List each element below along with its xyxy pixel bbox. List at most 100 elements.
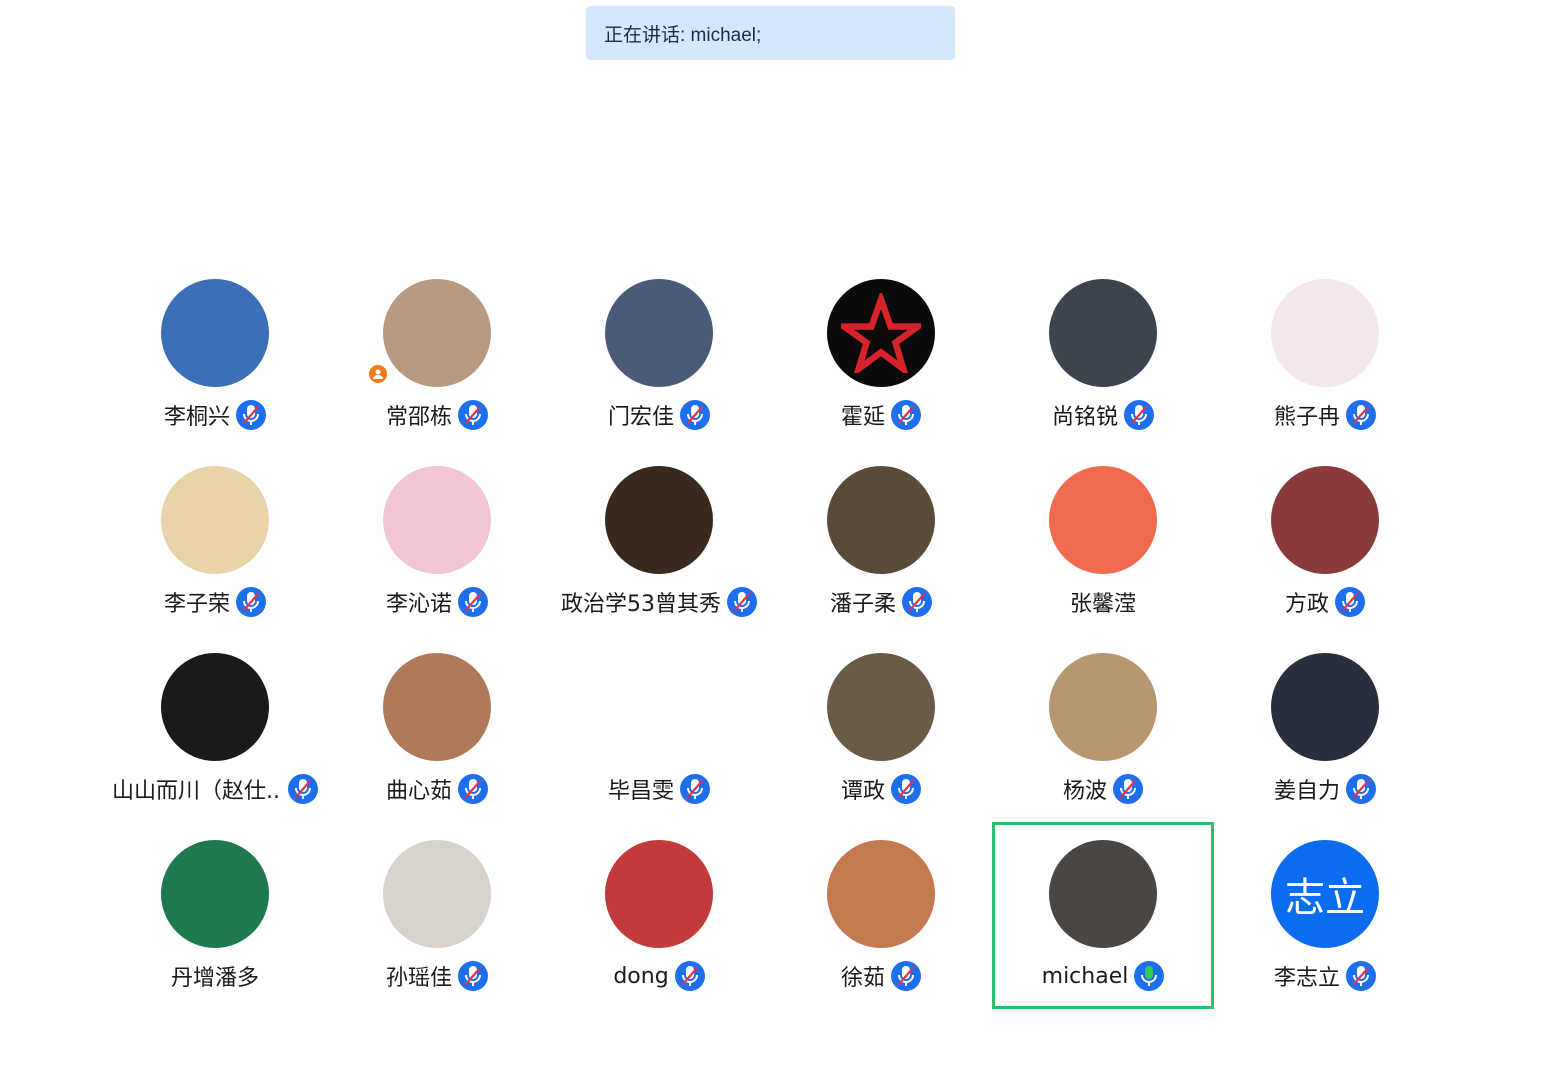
speaking-banner: 正在讲话: michael; [586, 6, 955, 60]
participant-name: 李沁诺 [385, 592, 452, 617]
avatar[interactable] [827, 840, 935, 948]
speaking-banner-text: 正在讲话: michael; [604, 24, 762, 46]
participant-name: 方政 [1284, 592, 1329, 617]
participant-name: 门宏佳 [607, 405, 674, 430]
participant-name: 孙瑶佳 [385, 966, 452, 991]
avatar[interactable] [605, 466, 713, 574]
avatar[interactable] [605, 840, 713, 948]
participant-name-row: 尚铭锐 [1052, 399, 1154, 431]
participant-name: 徐茹 [840, 966, 885, 991]
participant-name: dong [613, 963, 669, 989]
mic-muted-icon [680, 774, 710, 804]
participant-tile[interactable]: dong [548, 831, 770, 1018]
participant-name-row: 霍延 [841, 399, 921, 431]
participant-name: 政治学53曾其秀 [561, 592, 721, 617]
participant-name-row: 政治学53曾其秀 [561, 586, 757, 618]
avatar[interactable] [827, 653, 935, 761]
mic-muted-icon [458, 774, 488, 804]
participant-name-row: 李桐兴 [164, 399, 266, 431]
avatar[interactable]: 志立 [1271, 840, 1379, 948]
host-badge-icon [367, 363, 389, 385]
participant-tile[interactable]: 丹增潘多 [104, 831, 326, 1018]
star-icon [841, 293, 921, 373]
participant-name-row: 潘子柔 [830, 586, 932, 618]
avatar[interactable] [1049, 840, 1157, 948]
avatar[interactable] [383, 840, 491, 948]
participant-tile[interactable]: 山山而川（赵仕... [104, 644, 326, 831]
mic-on-icon [1134, 961, 1165, 991]
participant-name-row: 徐茹 [841, 960, 921, 992]
mic-muted-icon [1124, 400, 1154, 430]
avatar[interactable] [605, 653, 713, 761]
avatar[interactable] [383, 653, 491, 761]
participant-tile[interactable]: 张馨滢 [992, 457, 1214, 644]
avatar[interactable] [383, 279, 491, 387]
avatar[interactable] [161, 653, 269, 761]
participant-name: 姜自力 [1273, 779, 1340, 804]
participant-name-row: 孙瑶佳 [386, 960, 488, 992]
mic-muted-icon [727, 587, 757, 617]
avatar[interactable] [1271, 653, 1379, 761]
mic-muted-icon [891, 400, 921, 430]
avatar[interactable] [1049, 653, 1157, 761]
participant-tile[interactable]: 徐茹 [770, 831, 992, 1018]
avatar[interactable] [1271, 279, 1379, 387]
participant-tile[interactable]: 门宏佳 [548, 270, 770, 457]
participant-tile[interactable]: 李沁诺 [326, 457, 548, 644]
participant-name: 熊子冉 [1273, 405, 1340, 430]
avatar[interactable] [827, 279, 935, 387]
participant-name: 潘子柔 [829, 592, 896, 617]
avatar[interactable] [161, 279, 269, 387]
avatar[interactable] [161, 840, 269, 948]
participant-tile[interactable]: 曲心茹 [326, 644, 548, 831]
participant-tile[interactable]: 政治学53曾其秀 [548, 457, 770, 644]
participant-tile[interactable]: 姜自力 [1214, 644, 1436, 831]
participant-tile[interactable]: 常邵栋 [326, 270, 548, 457]
participant-name: 常邵栋 [385, 405, 452, 430]
mic-muted-icon [1113, 774, 1143, 804]
participant-name: 曲心茹 [385, 779, 452, 804]
participant-tile[interactable]: 谭政 [770, 644, 992, 831]
participant-name: 李桐兴 [163, 405, 230, 430]
participant-tile[interactable]: 熊子冉 [1214, 270, 1436, 457]
avatar[interactable] [827, 466, 935, 574]
participant-name: 李子荣 [163, 592, 230, 617]
avatar[interactable] [1271, 466, 1379, 574]
avatar[interactable] [1049, 466, 1157, 574]
mic-muted-icon [236, 400, 266, 430]
participant-name-row: 熊子冉 [1274, 399, 1376, 431]
participant-tile[interactable]: 潘子柔 [770, 457, 992, 644]
mic-muted-icon [458, 961, 488, 991]
participant-tile[interactable]: 霍延 [770, 270, 992, 457]
participant-tile[interactable]: 毕昌雯 [548, 644, 770, 831]
avatar[interactable] [383, 466, 491, 574]
participant-name: 尚铭锐 [1051, 405, 1118, 430]
participant-name-row: 山山而川（赵仕... [112, 773, 318, 805]
participant-tile[interactable]: 李桐兴 [104, 270, 326, 457]
avatar[interactable] [605, 279, 713, 387]
mic-muted-icon [236, 587, 266, 617]
avatar[interactable] [161, 466, 269, 574]
participant-name-row: 李沁诺 [386, 586, 488, 618]
mic-muted-icon [1346, 774, 1376, 804]
participant-name: 张馨滢 [1069, 592, 1136, 617]
mic-muted-icon [288, 774, 318, 804]
avatar-initials: 志立 [1285, 875, 1365, 921]
avatar[interactable] [1049, 279, 1157, 387]
participant-tile[interactable]: 尚铭锐 [992, 270, 1214, 457]
participant-tile[interactable]: michael [992, 822, 1214, 1018]
participant-name-row: 杨波 [1063, 773, 1143, 805]
participant-name-row: 李志立 [1274, 960, 1376, 992]
participant-tile[interactable]: 志立 李志立 [1214, 831, 1436, 1018]
participant-name-row: dong [613, 960, 705, 992]
participant-tile[interactable]: 李子荣 [104, 457, 326, 644]
mic-muted-icon [680, 400, 710, 430]
mic-muted-icon [458, 587, 488, 617]
participant-name-row: michael [1042, 960, 1165, 992]
participant-tile[interactable]: 杨波 [992, 644, 1214, 831]
participant-name: 霍延 [840, 405, 885, 430]
mic-muted-icon [891, 774, 921, 804]
participant-tile[interactable]: 方政 [1214, 457, 1436, 644]
participant-name-row: 毕昌雯 [608, 773, 710, 805]
participant-tile[interactable]: 孙瑶佳 [326, 831, 548, 1018]
